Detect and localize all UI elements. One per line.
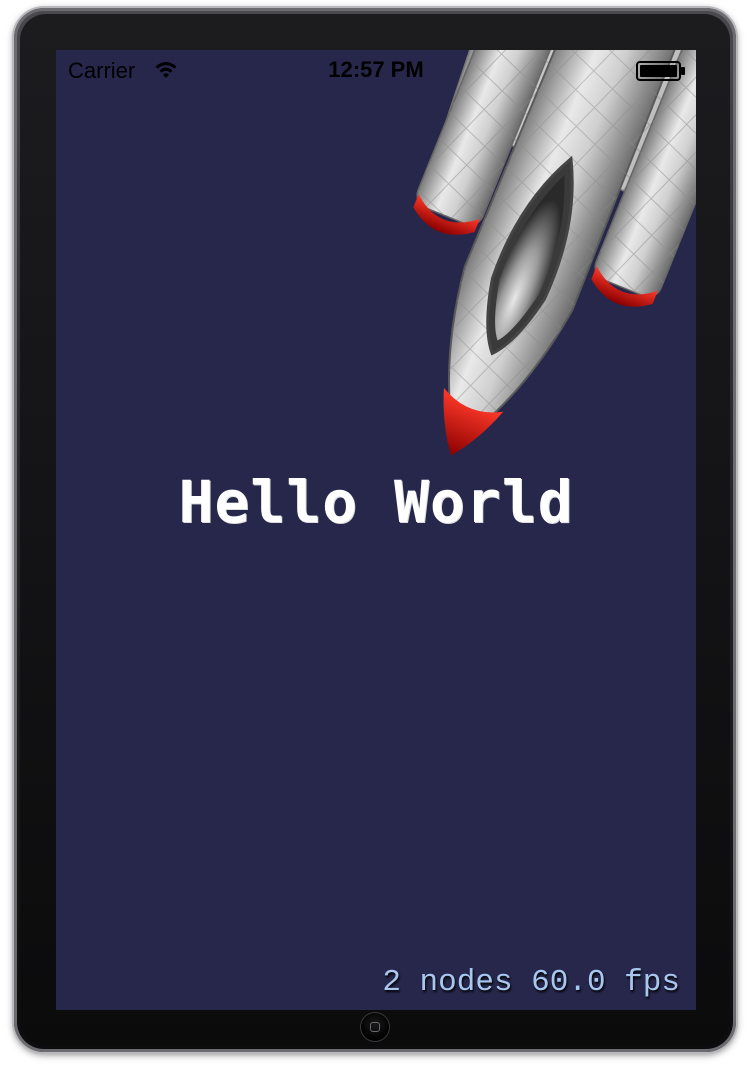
status-bar: Carrier 12:57 PM xyxy=(56,50,696,90)
status-time: 12:57 PM xyxy=(328,57,424,82)
game-screen[interactable]: Carrier 12:57 PM Hello World 2 nodes 60.… xyxy=(56,50,696,1010)
spaceship-sprite xyxy=(413,50,696,456)
hello-world-label: Hello World xyxy=(178,468,574,536)
home-button[interactable] xyxy=(361,1013,389,1041)
debug-stats-label: 2 nodes 60.0 fps xyxy=(382,965,680,1000)
home-button-icon xyxy=(370,1022,380,1032)
battery-icon xyxy=(636,61,685,81)
